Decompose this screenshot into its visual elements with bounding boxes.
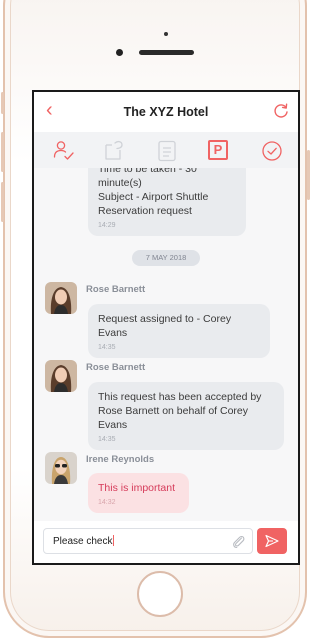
message-input[interactable]: Please check [43, 528, 253, 554]
send-button[interactable] [257, 528, 287, 554]
message-line: Rose Barnett on behalf of Corey Evans [98, 405, 249, 431]
proximity-sensor [116, 49, 123, 56]
message-line: Reservation request [98, 205, 192, 217]
avatar[interactable] [45, 282, 77, 314]
refresh-icon[interactable] [272, 102, 290, 120]
app-screen: ‹ The XYZ Hotel P Time to be taken - 30 … [32, 90, 300, 565]
sender-name: Rose Barnett [86, 362, 146, 373]
message-bubble: Time to be taken - 30 minute(s) Subject … [88, 168, 246, 236]
notes-icon[interactable] [155, 139, 179, 163]
page-title: The XYZ Hotel [123, 105, 209, 119]
volume-up-button [1, 132, 4, 172]
send-icon [265, 534, 279, 548]
avatar[interactable] [45, 360, 77, 392]
text-caret [113, 535, 115, 546]
message-time: 14:35 [98, 436, 116, 443]
message-line: Time to be taken - 30 minute(s) [98, 168, 197, 189]
attachment-clip-icon[interactable] [230, 533, 246, 549]
assign-user-icon[interactable] [52, 139, 76, 163]
composer-bar: Please check [34, 521, 298, 563]
handoff-icon[interactable] [102, 139, 126, 163]
avatar[interactable] [45, 452, 77, 484]
message-time: 14:35 [98, 344, 116, 351]
parking-icon[interactable]: P [208, 140, 228, 160]
message-thread[interactable]: Time to be taken - 30 minute(s) Subject … [34, 168, 298, 521]
front-camera [164, 32, 168, 36]
mute-switch [1, 92, 4, 114]
app-header: ‹ The XYZ Hotel [34, 92, 298, 132]
message-input-value: Please check [53, 536, 113, 547]
message-line: This is important [98, 482, 176, 494]
volume-down-button [1, 182, 4, 222]
message-bubble: Request assigned to - Corey Evans 14:35 [88, 304, 270, 358]
date-separator: 7 MAY 2018 [132, 250, 200, 266]
message-line: Request assigned to - Corey Evans [98, 313, 232, 339]
message-time: 14:32 [98, 499, 116, 506]
check-circle-icon[interactable] [260, 139, 284, 163]
message-bubble-important: This is important 14:32 [88, 473, 189, 513]
action-toolbar [34, 132, 298, 168]
home-button[interactable] [137, 571, 183, 617]
message-line: This request has been accepted by [98, 391, 262, 403]
message-line: Subject - Airport Shuttle [98, 191, 209, 203]
power-button [307, 150, 310, 200]
message-bubble: This request has been accepted by Rose B… [88, 382, 284, 450]
sender-name: Rose Barnett [86, 284, 146, 295]
message-time: 14:29 [98, 222, 116, 229]
earpiece-speaker [139, 50, 194, 55]
sender-name: Irene Reynolds [86, 454, 155, 465]
